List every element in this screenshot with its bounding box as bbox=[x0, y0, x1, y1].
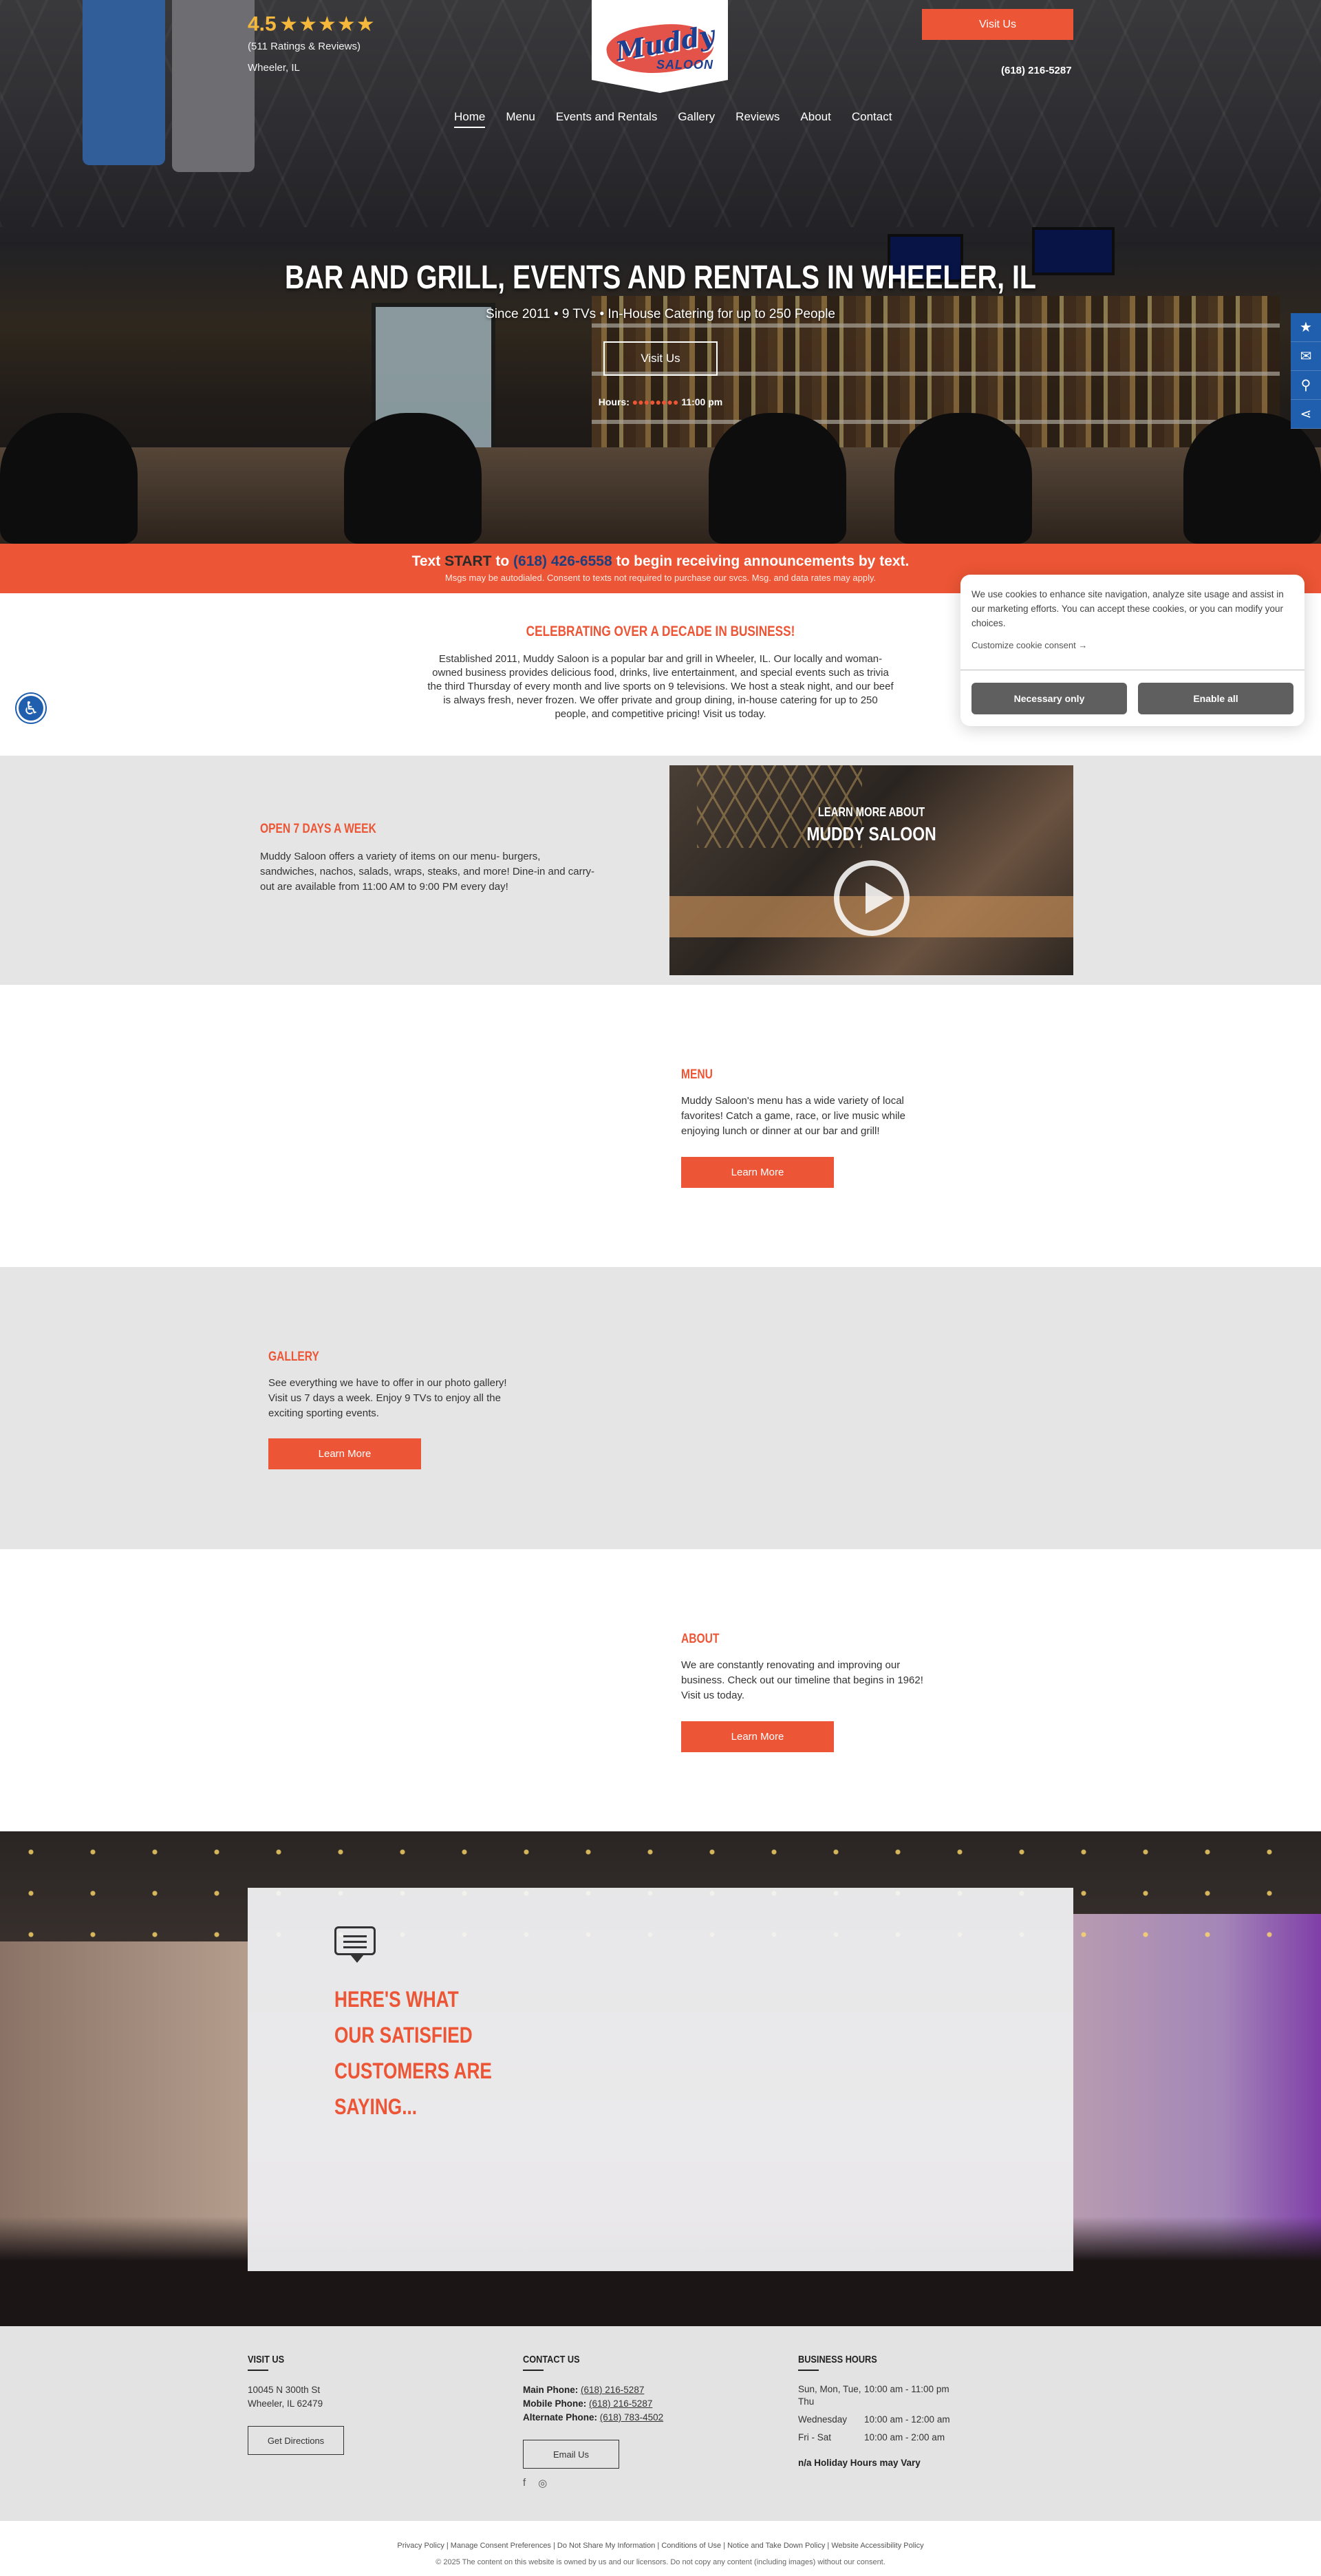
main-phone-label: Main Phone: bbox=[523, 2385, 579, 2395]
text-number[interactable]: (618) 426-6558 bbox=[513, 553, 612, 569]
video-line2: MUDDY SALOON bbox=[806, 823, 936, 844]
nav-home[interactable]: Home bbox=[444, 110, 495, 128]
header-phone[interactable]: (618) 216-5287 bbox=[1001, 65, 1072, 76]
footer-hours-heading: BUSINESS HOURS bbox=[798, 2354, 877, 2365]
about-section: ABOUT We are constantly renovating and i… bbox=[0, 1549, 1321, 1831]
footer: VISIT US 10045 N 300th St Wheeler, IL 62… bbox=[0, 2326, 1321, 2521]
mobile-phone-link[interactable]: (618) 216-5287 bbox=[589, 2398, 652, 2409]
hero-section: 4.5 ★★★★★ (511 Ratings & Reviews) Wheele… bbox=[0, 0, 1321, 544]
header-location: Wheeler, IL bbox=[248, 62, 300, 74]
menu-section: MENU Muddy Saloon's menu has a wide vari… bbox=[0, 985, 1321, 1267]
envelope-icon[interactable]: ✉ bbox=[1291, 342, 1321, 371]
address-line-1: 10045 N 300th St bbox=[248, 2385, 321, 2395]
menu-body: Muddy Saloon's menu has a wide variety o… bbox=[681, 1095, 905, 1137]
rating-widget[interactable]: 4.5 ★★★★★ (511 Ratings & Reviews) Wheele… bbox=[248, 12, 376, 74]
star-icon[interactable]: ★ bbox=[1291, 313, 1321, 342]
text-mid: to bbox=[491, 553, 514, 569]
footer-visit-heading: VISIT US bbox=[248, 2354, 285, 2365]
cookie-banner: We use cookies to enhance site navigatio… bbox=[960, 575, 1304, 726]
customize-cookie-link[interactable]: Customize cookie consent → bbox=[971, 640, 1087, 650]
hours-time: 10:00 am - 12:00 am bbox=[864, 2414, 950, 2425]
gallery-heading: GALLERY bbox=[268, 1350, 319, 1364]
testimonial-card: HERE'S WHAT OUR SATISFIED CUSTOMERS ARE … bbox=[248, 1888, 1073, 2271]
cookie-text: We use cookies to enhance site navigatio… bbox=[971, 589, 1284, 628]
hours-days: Fri - Sat bbox=[798, 2432, 832, 2442]
alt-phone-link[interactable]: (618) 783-4502 bbox=[600, 2412, 663, 2423]
hours-value: 11:00 pm bbox=[681, 396, 723, 407]
hours-days: Wednesday bbox=[798, 2414, 848, 2425]
nav-events-and-rentals[interactable]: Events and Rentals bbox=[546, 110, 667, 124]
copyright: © 2025 The content on this website is ow… bbox=[436, 2558, 885, 2566]
header-visit-button[interactable]: Visit Us bbox=[922, 9, 1073, 40]
email-us-button[interactable]: Email Us bbox=[523, 2440, 619, 2469]
necessary-only-button[interactable]: Necessary only bbox=[971, 683, 1127, 714]
play-icon[interactable] bbox=[834, 860, 910, 936]
enable-all-button[interactable]: Enable all bbox=[1138, 683, 1293, 714]
share-icon[interactable]: ⋖ bbox=[1291, 400, 1321, 429]
hours-label: Hours: bbox=[598, 396, 630, 407]
hero-subtitle: Since 2011 • 9 TVs • In-House Catering f… bbox=[486, 307, 835, 321]
side-tab-bar: ★ ✉ ⚲ ⋖ bbox=[1291, 313, 1321, 429]
nav-reviews[interactable]: Reviews bbox=[725, 110, 790, 124]
hero-hours: Hours: ●●●●●●●● 11:00 pm bbox=[598, 396, 723, 407]
open-section: OPEN 7 DAYS A WEEK Muddy Saloon offers a… bbox=[0, 756, 1321, 985]
about-learn-more-button[interactable]: Learn More bbox=[681, 1721, 834, 1752]
alt-phone-label: Alternate Phone: bbox=[523, 2412, 598, 2423]
map-pin-icon[interactable]: ⚲ bbox=[1291, 371, 1321, 400]
testimonials-section: HERE'S WHAT OUR SATISFIED CUSTOMERS ARE … bbox=[0, 1831, 1321, 2326]
main-phone-link[interactable]: (618) 216-5287 bbox=[581, 2385, 644, 2395]
nav-contact[interactable]: Contact bbox=[841, 110, 903, 124]
text-signup-message: Text START to (618) 426-6558 to begin re… bbox=[0, 553, 1321, 570]
star-icon: ★★★★★ bbox=[279, 13, 376, 36]
footer-visit-col: VISIT US 10045 N 300th St Wheeler, IL 62… bbox=[248, 2354, 344, 2455]
menu-learn-more-button[interactable]: Learn More bbox=[681, 1157, 834, 1188]
about-video[interactable]: LEARN MORE ABOUT MUDDY SALOON bbox=[669, 765, 1073, 975]
rating-value: 4.5 bbox=[248, 12, 277, 36]
menu-heading: MENU bbox=[681, 1067, 713, 1082]
hours-days: Sun, Mon, Tue, Thu bbox=[798, 2384, 861, 2407]
intro-body: Established 2011, Muddy Saloon is a popu… bbox=[427, 653, 894, 720]
logo-subtext: SALOON bbox=[656, 57, 714, 72]
mobile-phone-label: Mobile Phone: bbox=[523, 2398, 587, 2409]
text-post: to begin receiving announcements by text… bbox=[612, 553, 910, 569]
hero-visit-button[interactable]: Visit Us bbox=[603, 341, 718, 376]
gallery-section: GALLERY See everything we have to offer … bbox=[0, 1267, 1321, 1549]
testimonials-heading: HERE'S WHAT OUR SATISFIED CUSTOMERS ARE … bbox=[334, 1987, 492, 2119]
open-body: Muddy Saloon offers a variety of items o… bbox=[260, 851, 595, 893]
hours-time: 10:00 am - 2:00 am bbox=[864, 2432, 945, 2442]
instagram-icon[interactable]: ◎ bbox=[538, 2477, 547, 2489]
gallery-body: See everything we have to offer in our p… bbox=[268, 1377, 507, 1419]
about-heading: ABOUT bbox=[681, 1632, 720, 1646]
legal-links[interactable]: Privacy Policy | Manage Consent Preferen… bbox=[0, 2542, 1321, 2550]
footer-contact-col: CONTACT US Main Phone: (618) 216-5287 Mo… bbox=[523, 2354, 663, 2489]
nav-gallery[interactable]: Gallery bbox=[667, 110, 725, 124]
about-body: We are constantly renovating and improvi… bbox=[681, 1659, 923, 1701]
video-line1: LEARN MORE ABOUT bbox=[817, 805, 925, 819]
holiday-hours-note: n/a Holiday Hours may Vary bbox=[798, 2458, 921, 2468]
speech-bubble-icon bbox=[334, 1926, 376, 1963]
text-keyword: START bbox=[444, 553, 492, 569]
hero-title: BAR AND GRILL, EVENTS AND RENTALS IN WHE… bbox=[285, 259, 1036, 296]
facebook-icon[interactable]: f bbox=[523, 2477, 526, 2489]
nav-menu[interactable]: Menu bbox=[495, 110, 546, 124]
text-pre: Text bbox=[411, 553, 445, 569]
address-line-2: Wheeler, IL 62479 bbox=[248, 2398, 323, 2409]
open-heading: OPEN 7 DAYS A WEEK bbox=[260, 822, 376, 836]
hours-time: 10:00 am - 11:00 pm bbox=[864, 2384, 949, 2394]
footer-hours-col: BUSINESS HOURS Sun, Mon, Tue, Thu 10:00 … bbox=[798, 2354, 974, 2468]
accessibility-icon[interactable]: ♿ bbox=[17, 694, 45, 723]
rating-count[interactable]: (511 Ratings & Reviews) bbox=[248, 41, 376, 52]
legal-bar: Privacy Policy | Manage Consent Preferen… bbox=[0, 2521, 1321, 2576]
main-nav: Home Menu Events and Rentals Gallery Rev… bbox=[444, 110, 903, 128]
get-directions-button[interactable]: Get Directions bbox=[248, 2426, 344, 2455]
site-logo[interactable]: Muddy SALOON bbox=[592, 0, 728, 93]
nav-about[interactable]: About bbox=[790, 110, 841, 124]
footer-contact-heading: CONTACT US bbox=[523, 2354, 580, 2365]
gallery-learn-more-button[interactable]: Learn More bbox=[268, 1438, 421, 1469]
